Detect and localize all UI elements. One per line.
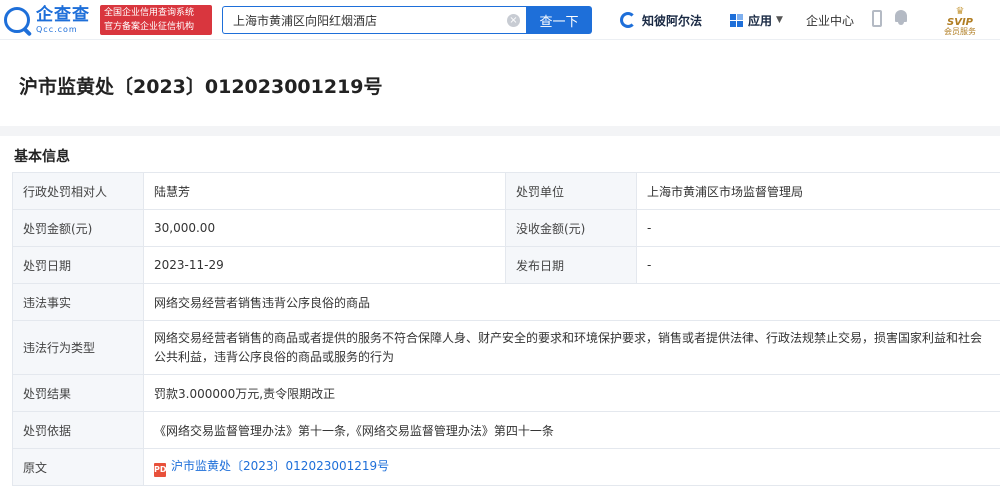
- penalty-amount-value: 30,000.00: [143, 209, 506, 247]
- penalty-date-value: 2023-11-29: [143, 246, 506, 284]
- penalty-result-label: 处罚结果: [12, 374, 144, 412]
- penalty-info-table: 行政处罚相对人 陆慧芳 处罚单位 上海市黄浦区市场监督管理局 处罚金额(元) 3…: [12, 172, 1000, 486]
- basic-info-section: 基本信息 行政处罚相对人 陆慧芳 处罚单位 上海市黄浦区市场监督管理局 处罚金额…: [0, 136, 1000, 493]
- alpha-logo-icon: [620, 12, 636, 28]
- confiscation-amount-value: -: [636, 209, 1000, 247]
- table-row: 处罚日期 2023-11-29 发布日期 -: [12, 246, 1000, 284]
- confiscation-amount-label: 没收金额(元): [505, 209, 637, 247]
- table-row: 行政处罚相对人 陆慧芳 处罚单位 上海市黄浦区市场监督管理局: [12, 172, 1000, 210]
- violation-type-value: 网络交易经营者销售的商品或者提供的服务不符合保障人身、财产安全的要求和环境保护要…: [143, 320, 1000, 375]
- qcc-logo[interactable]: 企查查 Qcc.com: [4, 5, 90, 35]
- title-band: 沪市监黄处〔2023〕012023001219号: [0, 40, 1000, 126]
- penalty-result-value: 罚款3.000000万元,责令限期改正: [143, 374, 1000, 412]
- clear-icon[interactable]: ×: [507, 14, 520, 27]
- violation-type-label: 违法行为类型: [12, 320, 144, 375]
- pdf-file-icon: PDF: [154, 463, 172, 477]
- violation-facts-value: 网络交易经营者销售违背公序良俗的商品: [143, 283, 1000, 321]
- chevron-down-icon: ▼: [776, 15, 783, 25]
- penalty-amount-label: 处罚金额(元): [12, 209, 144, 247]
- apps-menu[interactable]: 应用 ▼: [730, 9, 783, 31]
- official-certification-badge[interactable]: 全国企业信用查询系统 官方备案企业征信机构: [100, 5, 212, 35]
- search-button[interactable]: 查一下: [526, 6, 592, 34]
- search-box: ×: [222, 6, 526, 34]
- crown-icon: ♛: [955, 6, 965, 17]
- magnifier-logo-icon: [4, 7, 30, 33]
- search-input[interactable]: [223, 7, 493, 33]
- svip-membership-badge[interactable]: ♛ SVIP 会员服务: [930, 6, 990, 36]
- original-document-cell: PDF沪市监黄处〔2023〕012023001219号: [143, 448, 1000, 486]
- penalty-target-label: 行政处罚相对人: [12, 172, 144, 210]
- penalty-basis-value: 《网络交易监督管理办法》第十一条,《网络交易监督管理办法》第四十一条: [143, 411, 1000, 449]
- table-row: 处罚金额(元) 30,000.00 没收金额(元) -: [12, 209, 1000, 247]
- logo-chinese-text: 企查查: [36, 4, 90, 25]
- penalty-date-label: 处罚日期: [12, 246, 144, 284]
- penalty-unit-value: 上海市黄浦区市场监督管理局: [636, 172, 1000, 210]
- table-row: 原文 PDF沪市监黄处〔2023〕012023001219号: [12, 448, 1000, 486]
- enterprise-center-link[interactable]: 企业中心: [806, 12, 854, 29]
- mobile-app-icon[interactable]: [872, 10, 882, 27]
- page-title: 沪市监黄处〔2023〕012023001219号: [19, 76, 383, 98]
- original-document-label: 原文: [12, 448, 144, 486]
- table-row: 违法事实 网络交易经营者销售违背公序良俗的商品: [12, 283, 1000, 321]
- violation-facts-label: 违法事实: [12, 283, 144, 321]
- logo-english-text: Qcc.com: [36, 24, 78, 34]
- penalty-target-link[interactable]: 陆慧芳: [143, 172, 506, 210]
- publish-date-value: -: [636, 246, 1000, 284]
- top-navigation-bar: 企查查 Qcc.com 全国企业信用查询系统 官方备案企业征信机构 × 查一下 …: [0, 0, 1000, 40]
- table-row: 处罚依据 《网络交易监督管理办法》第十一条,《网络交易监督管理办法》第四十一条: [12, 411, 1000, 449]
- section-title: 基本信息: [14, 149, 70, 165]
- section-divider: [0, 126, 1000, 136]
- penalty-basis-label: 处罚依据: [12, 411, 144, 449]
- zhibi-alpha-link[interactable]: 知彼阿尔法: [620, 9, 702, 31]
- table-row: 违法行为类型 网络交易经营者销售的商品或者提供的服务不符合保障人身、财产安全的要…: [12, 320, 1000, 375]
- publish-date-label: 发布日期: [505, 246, 637, 284]
- table-row: 处罚结果 罚款3.000000万元,责令限期改正: [12, 374, 1000, 412]
- apps-grid-icon: [730, 13, 743, 27]
- notification-bell-icon[interactable]: [894, 10, 908, 26]
- penalty-unit-label: 处罚单位: [505, 172, 637, 210]
- original-document-link[interactable]: 沪市监黄处〔2023〕012023001219号: [171, 459, 389, 473]
